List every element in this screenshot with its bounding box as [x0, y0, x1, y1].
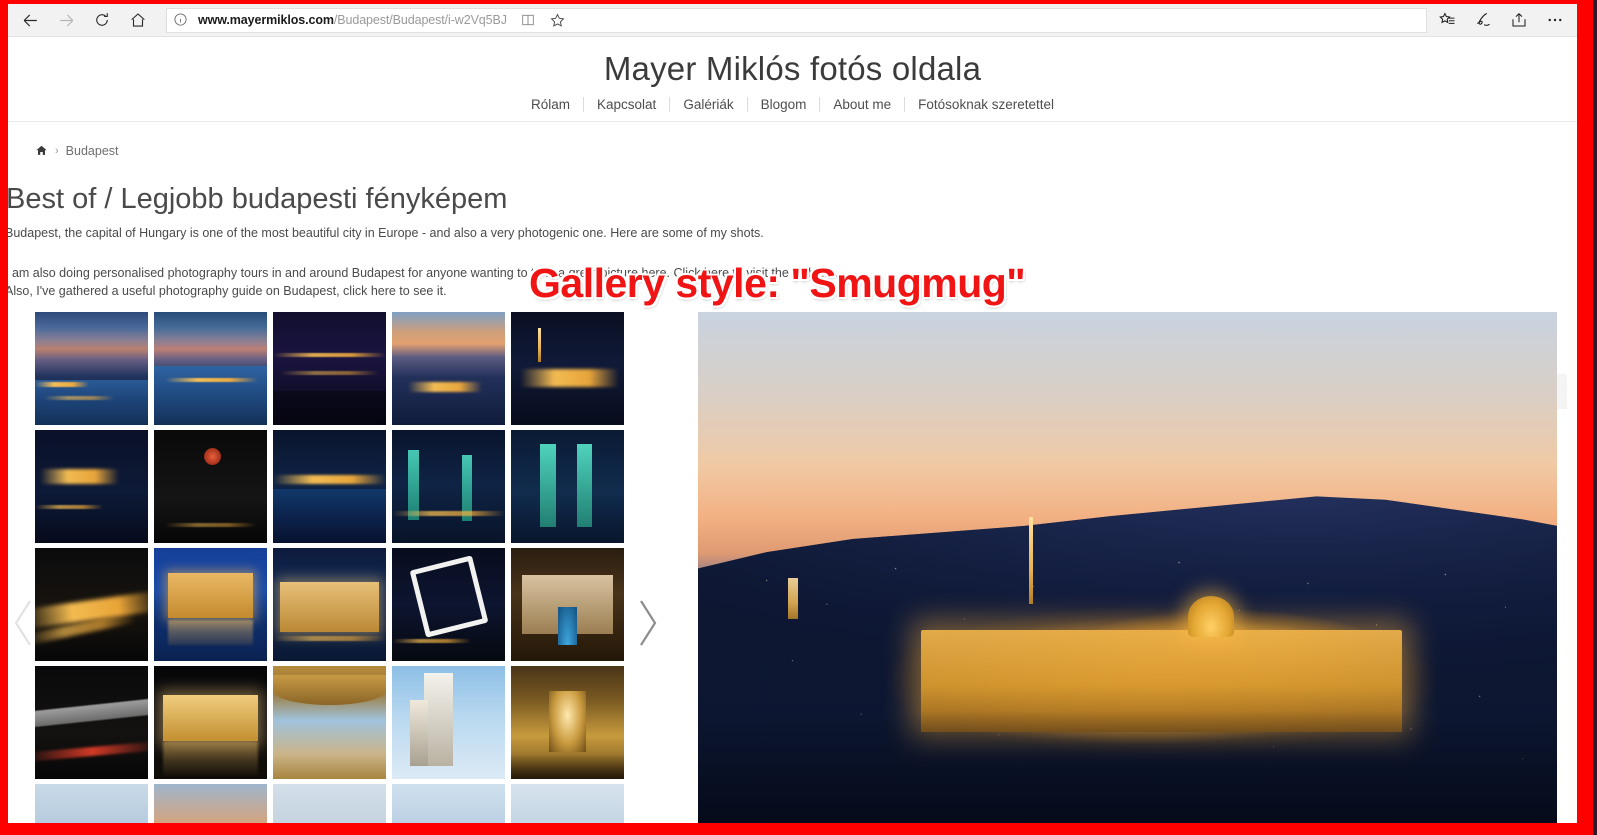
- home-icon[interactable]: [35, 144, 48, 157]
- page-content: › Budapest Gallery style: "Smugmug" Best…: [8, 122, 1577, 823]
- hero-tower: [788, 578, 799, 620]
- breadcrumb-separator: ›: [55, 144, 59, 157]
- thumbnail-item[interactable]: [154, 548, 267, 662]
- breadcrumb-current[interactable]: Budapest: [66, 144, 119, 158]
- hero-church-spire: [1028, 516, 1033, 604]
- hero-castle-dome: [1187, 596, 1234, 638]
- gallery-body: [8, 312, 1577, 823]
- thumbnail-item[interactable]: [392, 430, 505, 544]
- thumbnail-item[interactable]: [273, 548, 386, 662]
- share-icon[interactable]: [1501, 5, 1537, 35]
- thumbnail-item[interactable]: [35, 784, 148, 823]
- browser-viewport: www.mayermiklos.com/Budapest/Budapest/i-…: [8, 4, 1577, 823]
- back-arrow-icon[interactable]: [12, 5, 48, 35]
- thumbnail-item[interactable]: [273, 312, 386, 426]
- chevron-left-icon[interactable]: [10, 597, 38, 649]
- thumbnail-item[interactable]: [392, 312, 505, 426]
- more-ellipsis-icon[interactable]: [1537, 5, 1573, 35]
- hero-foreground-shadow: [698, 711, 1557, 823]
- thumbnail-item[interactable]: [392, 666, 505, 780]
- address-bar-url: www.mayermiklos.com/Budapest/Budapest/i-…: [198, 13, 507, 27]
- chevron-right-icon[interactable]: [633, 597, 661, 649]
- nav-item-rolam[interactable]: Rólam: [518, 97, 583, 112]
- thumbnail-item[interactable]: [154, 784, 267, 823]
- address-bar-actions: [507, 8, 573, 32]
- thumbnail-pane: [8, 312, 696, 823]
- thumbnail-item[interactable]: [35, 430, 148, 544]
- annotated-screenshot-frame: www.mayermiklos.com/Budapest/Budapest/i-…: [0, 0, 1597, 835]
- thumbnail-item[interactable]: [154, 430, 267, 544]
- web-note-pen-icon[interactable]: [1465, 5, 1501, 35]
- forward-arrow-icon[interactable]: [48, 5, 84, 35]
- nav-item-fotosoknak-szeretettel[interactable]: Fotósoknak szeretettel: [905, 97, 1067, 112]
- thumbnail-item[interactable]: [511, 312, 624, 426]
- navigation-buttons: [8, 5, 156, 35]
- thumbnail-item[interactable]: [273, 666, 386, 780]
- thumbnail-item[interactable]: [154, 312, 267, 426]
- annotation-gallery-style: Gallery style: "Smugmug": [529, 259, 1026, 306]
- nav-item-kapcsolat[interactable]: Kapcsolat: [584, 97, 669, 112]
- thumbnail-item[interactable]: [35, 548, 148, 662]
- nav-item-galeriak[interactable]: Galériák: [670, 97, 746, 112]
- thumbnail-item[interactable]: [511, 548, 624, 662]
- browser-actions: [1429, 5, 1577, 35]
- page-title: Best of / Legjobb budapesti fényképem: [8, 182, 508, 215]
- breadcrumb: › Budapest: [8, 122, 1577, 158]
- thumbnail-item[interactable]: [511, 666, 624, 780]
- hero-photo[interactable]: [698, 312, 1557, 823]
- thumbnail-item[interactable]: [154, 666, 267, 780]
- thumbnail-item[interactable]: [273, 430, 386, 544]
- star-icon[interactable]: [543, 8, 573, 32]
- thumbnail-item[interactable]: [273, 784, 386, 823]
- url-path: /Budapest/Budapest/i-w2Vq5BJ: [333, 13, 507, 27]
- info-circle-icon[interactable]: [173, 12, 190, 29]
- reading-view-icon[interactable]: [513, 8, 543, 32]
- thumbnail-item[interactable]: [392, 548, 505, 662]
- nav-item-about-me[interactable]: About me: [820, 97, 904, 112]
- thumbnail-item[interactable]: [511, 784, 624, 823]
- site-navigation: Rólam Kapcsolat Galériák Blogom About me…: [8, 96, 1577, 121]
- thumbnail-item[interactable]: [511, 430, 624, 544]
- refresh-icon[interactable]: [84, 5, 120, 35]
- thumbnail-item[interactable]: [35, 666, 148, 780]
- address-bar[interactable]: www.mayermiklos.com/Budapest/Budapest/i-…: [166, 7, 1427, 33]
- home-icon[interactable]: [120, 5, 156, 35]
- favorites-hub-icon[interactable]: [1429, 5, 1465, 35]
- url-host: www.mayermiklos.com: [198, 13, 334, 27]
- hero-pane: [696, 312, 1577, 823]
- thumbnail-item[interactable]: [392, 784, 505, 823]
- description-line-1: Budapest, the capital of Hungary is one …: [8, 225, 764, 240]
- nav-item-blogom[interactable]: Blogom: [748, 97, 820, 112]
- thumbnail-grid: [35, 312, 636, 823]
- site-header: Mayer Miklós fotós oldala Rólam Kapcsola…: [8, 37, 1577, 122]
- browser-toolbar: www.mayermiklos.com/Budapest/Budapest/i-…: [8, 4, 1577, 37]
- thumbnail-item[interactable]: [35, 312, 148, 426]
- site-title: Mayer Miklós fotós oldala: [603, 50, 982, 87]
